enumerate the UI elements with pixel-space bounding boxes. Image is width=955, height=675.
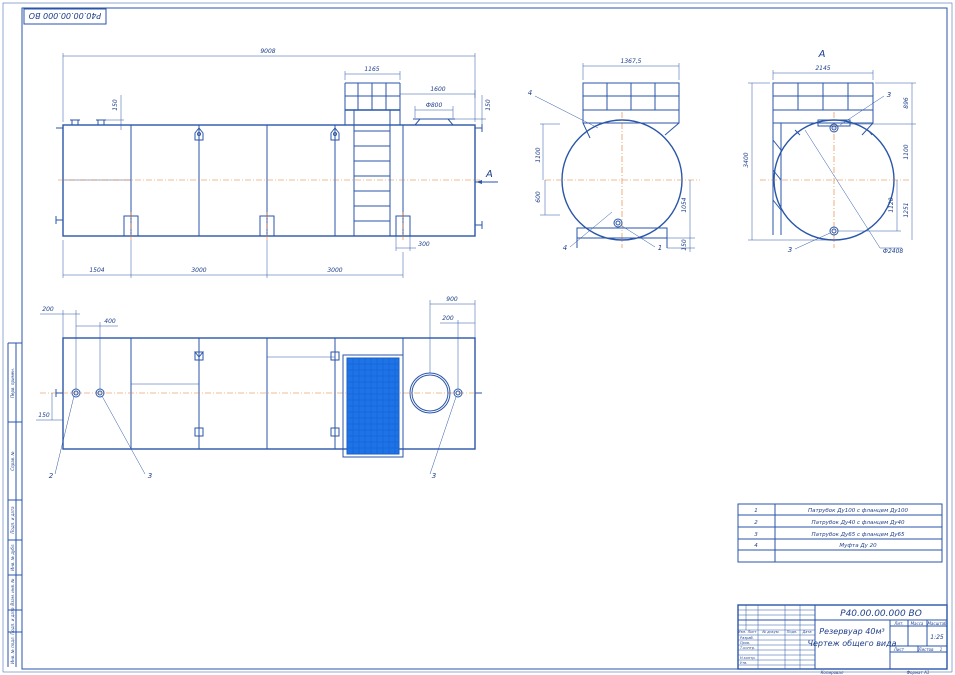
tb-r-prov: Пров. bbox=[740, 641, 750, 645]
strip-label-3: Подп. и дата bbox=[10, 506, 15, 534]
tb-h-doc: № докум. bbox=[761, 630, 779, 634]
tb-format: Формат А1 bbox=[907, 670, 930, 675]
stamp-code: Р40.00.00.000 ВО bbox=[29, 11, 102, 20]
spec-num-2: 2 bbox=[754, 520, 758, 526]
dim-plan-200a: 200 bbox=[42, 306, 54, 313]
spec-name-4: Муфта Ду 20 bbox=[839, 543, 877, 549]
tb-r-tkontr: Т.контр. bbox=[740, 646, 755, 650]
dim-plan-900: 900 bbox=[446, 296, 458, 303]
dim-right-3400: 3400 bbox=[743, 152, 750, 167]
tb-r-razrab: Разраб. bbox=[740, 636, 754, 640]
spec-name-3: Патрубок Ду65 с фланцем Ду65 bbox=[811, 532, 905, 538]
tb-code: Р40.00.00.000 ВО bbox=[840, 609, 922, 619]
dim-total-length: 9008 bbox=[260, 48, 275, 55]
dim-mid-1054: 1054 bbox=[681, 197, 688, 212]
dim-mid-150: 150 bbox=[681, 239, 688, 251]
dim-right-1100: 1100 bbox=[903, 144, 910, 159]
tb-h-sign: Подп. bbox=[787, 630, 798, 634]
tb-r-nkontr: Н.контр. bbox=[740, 656, 756, 660]
dim-right-1120: 1120 bbox=[888, 197, 895, 212]
spec-name-2: Патрубок Ду40 с фланцем Ду40 bbox=[811, 520, 905, 526]
strip-label-2: Справ. № bbox=[10, 451, 15, 470]
callout-right-3-bottom: 3 bbox=[788, 246, 792, 254]
callout-mid-1: 1 bbox=[658, 244, 662, 252]
callout-mid-4-top: 4 bbox=[528, 89, 532, 97]
spec-num-4: 4 bbox=[754, 543, 758, 549]
section-arrow-letter: А bbox=[485, 169, 493, 180]
callout-right-3-top: 3 bbox=[887, 91, 891, 99]
spec-num-3: 3 bbox=[754, 532, 758, 538]
tb-h-date: Дата bbox=[801, 630, 811, 634]
dim-mid-1367: 1367,5 bbox=[621, 58, 642, 65]
strip-label-5: Взам. инв. № bbox=[10, 578, 15, 605]
tb-col-scale: Масштаб bbox=[927, 621, 947, 626]
tb-scale: 1:25 bbox=[930, 634, 944, 641]
callout-plan-3b: 3 bbox=[432, 472, 436, 480]
callout-plan-2: 2 bbox=[49, 472, 54, 480]
dim-top-right-150: 150 bbox=[485, 99, 492, 111]
tb-col-lit: Лит. bbox=[893, 621, 903, 626]
title-block: Изм. Лист № докум. Подп. Дата Разраб. Пр… bbox=[737, 604, 948, 675]
front-view: А 9008 1165 1600 Ф800 150 150 300 1504 3… bbox=[55, 48, 498, 278]
dim-platform-length: 1600 bbox=[430, 86, 445, 93]
dim-bottom-3000-a: 3000 bbox=[191, 267, 206, 274]
strip-label-7: Инв. № подл. bbox=[10, 636, 15, 664]
tb-h-list: Лист bbox=[747, 630, 758, 634]
side-view: 1367,5 1100 600 1054 150 4 4 1 bbox=[528, 58, 700, 252]
dim-right-896: 896 bbox=[903, 97, 910, 109]
dim-bottom-3000-b: 3000 bbox=[327, 267, 342, 274]
section-letter: А bbox=[818, 49, 826, 60]
dim-mid-1100: 1100 bbox=[535, 147, 542, 162]
drawing-sheet: Р40.00.00.000 ВО Перв. примен. Справ. № … bbox=[2, 2, 953, 675]
spec-name-1: Патрубок Ду100 с фланцем Ду100 bbox=[808, 508, 909, 514]
specification-table: 1 Патрубок Ду100 с фланцем Ду100 2 Патру… bbox=[737, 503, 943, 563]
section-view: А 2145 3400 896 1100 1120 1251 Ф2408 3 3 bbox=[743, 49, 916, 255]
side-strip: Перв. примен. Справ. № Подп. и дата Инв.… bbox=[7, 342, 22, 667]
strip-label-1: Перв. примен. bbox=[10, 368, 15, 398]
dim-mid-600: 600 bbox=[535, 191, 542, 203]
tb-name-line1: Резервуар 40м³ bbox=[819, 627, 884, 636]
callout-mid-4-bottom: 4 bbox=[563, 244, 567, 252]
tb-name-line2: Чертеж общего вида bbox=[807, 639, 896, 648]
tb-sheet: Лист bbox=[893, 647, 905, 652]
dim-bottom-1504: 1504 bbox=[89, 267, 104, 274]
tb-r-utv: Утв. bbox=[740, 661, 747, 665]
tb-col-mass: Масса bbox=[911, 621, 924, 626]
tb-copied: Копировал bbox=[821, 670, 844, 675]
dim-plan-150: 150 bbox=[38, 412, 50, 419]
spec-num-1: 1 bbox=[754, 508, 758, 514]
tb-h-izm: Изм. bbox=[738, 630, 746, 634]
strip-label-4: Инв. № дубл. bbox=[10, 543, 15, 570]
dim-right-dia: Ф2408 bbox=[883, 248, 904, 255]
dim-right-1251: 1251 bbox=[903, 202, 910, 217]
stamp-box: Р40.00.00.000 ВО bbox=[23, 8, 107, 25]
dim-plan-200b: 200 bbox=[442, 315, 454, 322]
dim-top-left-150: 150 bbox=[112, 99, 119, 111]
dim-plan-400: 400 bbox=[104, 318, 116, 325]
tb-sheets-count: 1 bbox=[940, 647, 943, 652]
dim-support-300: 300 bbox=[418, 241, 430, 248]
dim-ladder-width: 1165 bbox=[364, 66, 379, 73]
platform-grating bbox=[342, 354, 404, 458]
callout-plan-3a: 3 bbox=[148, 472, 152, 480]
dim-hatch-dia: Ф800 bbox=[426, 102, 443, 109]
strip-label-6: Подп. и дата bbox=[10, 607, 15, 635]
dim-right-2145: 2145 bbox=[815, 65, 830, 72]
plan-view: 200 400 900 200 150 2 3 3 bbox=[36, 296, 482, 480]
tb-sheets: Листов bbox=[918, 647, 935, 652]
